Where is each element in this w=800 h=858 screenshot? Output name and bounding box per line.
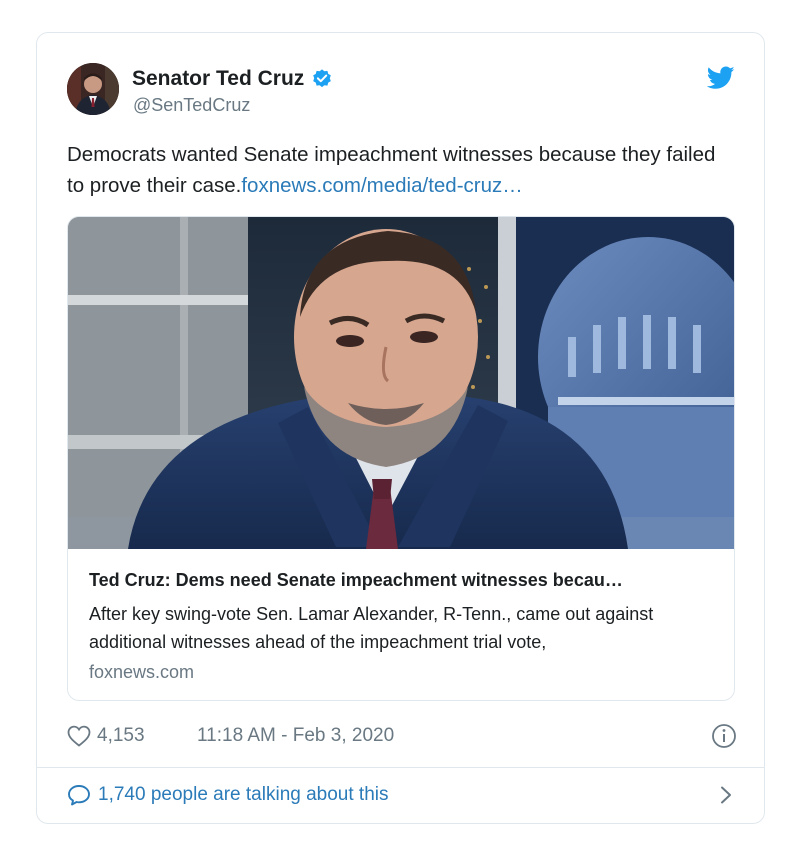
display-name[interactable]: Senator Ted Cruz [132,67,304,91]
link-domain: foxnews.com [89,662,195,682]
link-description: After key swing-vote Sen. Lamar Alexande… [89,604,654,652]
tweet-embed-card: Senator Ted Cruz @SenTedCruz Democrats w… [36,32,765,824]
avatar[interactable] [67,63,119,115]
tweet-header: Senator Ted Cruz @SenTedCruz [67,63,737,119]
tweet-text: Democrats wanted Senate impeachment witn… [67,139,737,201]
tweet-meta: 4,153 11:18 AM - Feb 3, 2020 [67,723,737,751]
chevron-right-icon[interactable] [719,785,733,805]
divider [37,767,764,768]
timestamp[interactable]: 11:18 AM - Feb 3, 2020 [197,725,394,747]
handle[interactable]: @SenTedCruz [133,95,250,116]
conversation-footer[interactable]: 1,740 people are talking about this [67,781,737,809]
heart-icon[interactable] [67,725,91,747]
like-count[interactable]: 4,153 [97,725,145,747]
conversation-count[interactable]: 1,740 people are talking about this [98,784,389,806]
verified-badge-icon [313,69,332,88]
twitter-bird-icon[interactable] [707,66,735,90]
info-icon[interactable] [711,723,737,749]
speech-bubble-icon [68,785,90,806]
tweet-link[interactable]: foxnews.com/media/ted-cruz… [241,174,522,197]
link-preview-image[interactable] [68,217,734,549]
link-preview-card[interactable]: Ted Cruz: Dems need Senate impeachment w… [67,216,735,701]
link-title[interactable]: Ted Cruz: Dems need Senate impeachment w… [89,570,719,591]
name-row: Senator Ted Cruz [132,67,333,91]
